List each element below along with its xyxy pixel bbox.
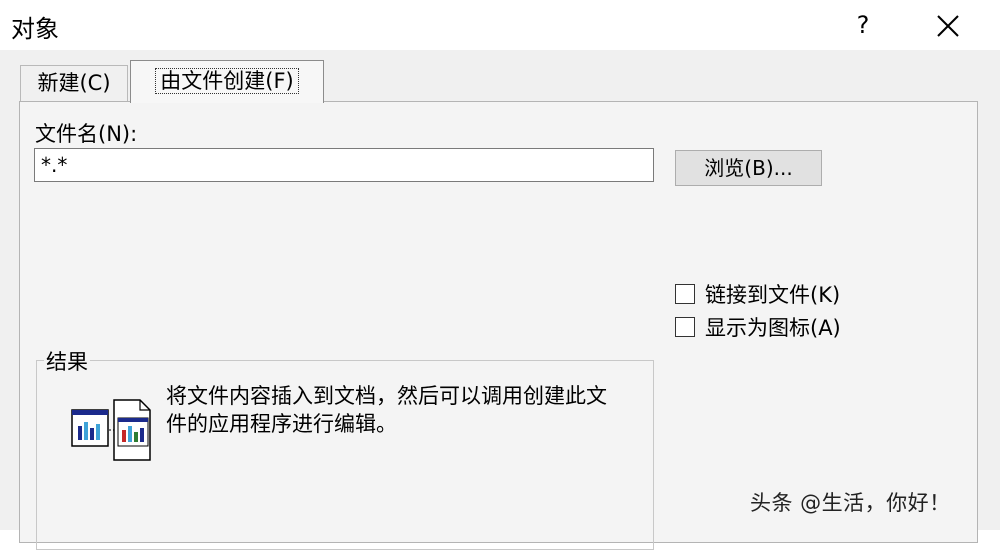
link-to-file-label: 链接到文件(K) <box>705 283 841 307</box>
result-description: 将文件内容插入到文档，然后可以调用创建此文件的应用程序进行编辑。 <box>166 384 607 436</box>
tab-create-new-label: 新建(C) <box>37 71 111 95</box>
display-as-icon-option[interactable]: 显示为图标(A) <box>675 313 841 341</box>
filename-label: 文件名(N): <box>35 122 138 146</box>
chart-document-icon <box>70 398 152 462</box>
help-button[interactable]: ? <box>848 6 878 44</box>
link-to-file-option[interactable]: 链接到文件(K) <box>675 280 840 308</box>
browse-button[interactable]: 浏览(B)... <box>675 150 822 186</box>
close-button[interactable] <box>930 8 966 44</box>
tab-create-new[interactable]: 新建(C) <box>20 65 128 102</box>
close-icon <box>937 15 959 37</box>
tab-create-from-file-label: 由文件创建(F) <box>155 68 299 94</box>
display-as-icon-label: 显示为图标(A) <box>705 316 841 340</box>
tab-create-from-file[interactable]: 由文件创建(F) <box>130 60 324 103</box>
display-as-icon-checkbox[interactable] <box>675 317 695 337</box>
filename-input[interactable]: *.* <box>34 148 654 182</box>
window-title: 对象 <box>11 15 59 43</box>
watermark: 头条 @生活，你好！ <box>750 491 951 515</box>
link-to-file-checkbox[interactable] <box>675 284 695 304</box>
result-legend: 结果 <box>44 346 90 376</box>
title-bar: 对象 ? <box>0 0 1000 50</box>
